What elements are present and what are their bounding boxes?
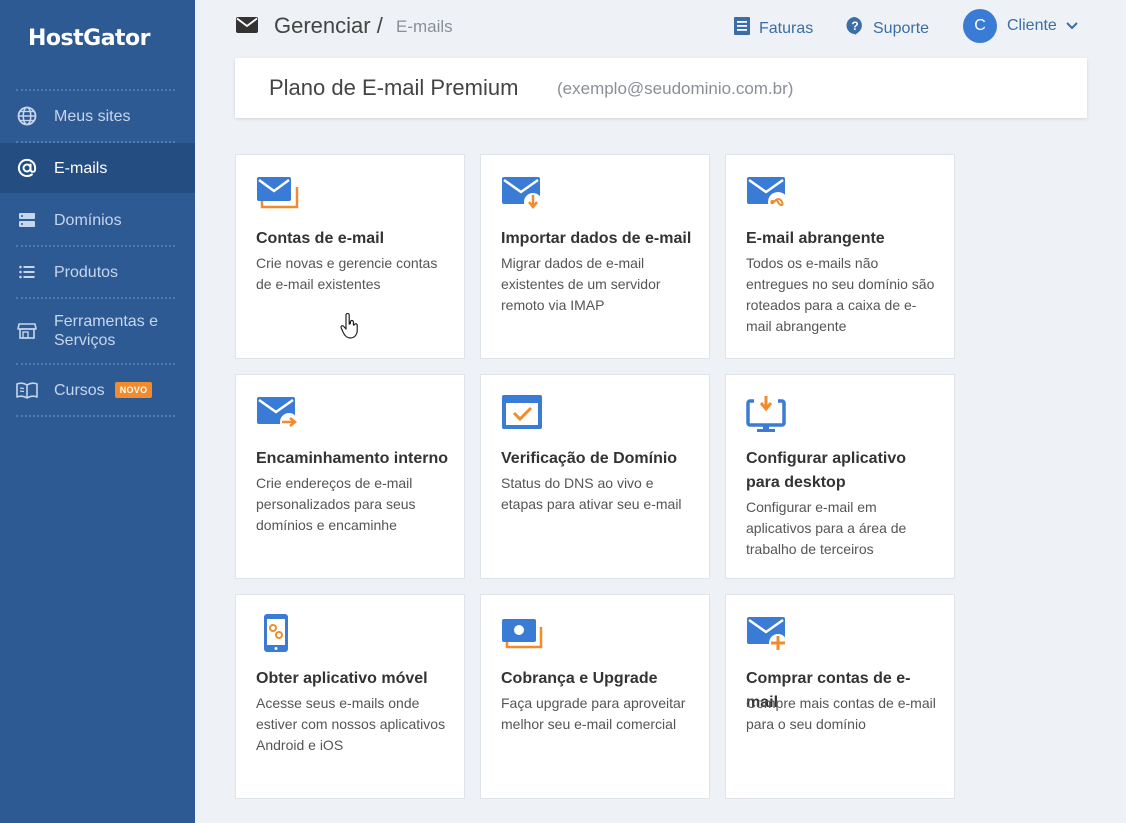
sidebar-item-produtos[interactable]: Produtos — [0, 247, 195, 297]
plan-header: Plano de E-mail Premium (exemplo@seudomi… — [235, 58, 1087, 118]
sidebar-item-meus-sites[interactable]: Meus sites — [0, 91, 195, 141]
card-title: E-mail abrangente — [746, 230, 885, 247]
mail-forward-icon — [256, 393, 300, 433]
card-encaminhamento-interno[interactable]: Encaminhamento interno Crie endereços de… — [235, 374, 465, 579]
billing-icon — [501, 613, 545, 653]
card-description: Todos os e-mails não entregues no seu do… — [746, 255, 935, 334]
help-icon: ? — [845, 16, 873, 41]
hostgator-logo[interactable]: HostGator — [28, 26, 151, 51]
sidebar-item-label: Domínios — [54, 211, 122, 229]
card-title: Obter aplicativo móvel — [256, 670, 428, 687]
sidebar-item-label: Meus sites — [54, 107, 131, 125]
user-menu[interactable]: C Cliente — [963, 9, 1086, 43]
envelope-icon — [236, 17, 258, 38]
card-description: Crie novas e gerencie contas de e-mail e… — [256, 255, 438, 292]
breadcrumb-gerenciar[interactable]: Gerenciar / — [274, 13, 383, 39]
svg-text:?: ? — [851, 19, 858, 33]
card-importar-dados[interactable]: Importar dados de e-mail Migrar dados de… — [480, 154, 710, 359]
new-badge: NOVO — [114, 382, 153, 398]
sidebar-item-emails[interactable]: E-mails — [0, 143, 195, 193]
card-title: Verificação de Domínio — [501, 450, 678, 467]
hand-cursor-icon — [340, 312, 360, 344]
nav-divider — [16, 415, 175, 417]
top-header: Gerenciar / E-mails Faturas ? Suporte C … — [195, 0, 1126, 56]
card-comprar-contas[interactable]: Comprar contas de e-mail Compre mais con… — [725, 594, 955, 799]
faturas-link[interactable]: Faturas — [733, 16, 813, 41]
plan-domain-email: (exemplo@seudominio.com.br) — [557, 79, 794, 98]
globe-icon — [16, 105, 38, 127]
at-icon — [16, 157, 38, 179]
card-title: Cobrança e Upgrade — [501, 670, 658, 687]
card-description: Configurar e-mail em aplicativos para a … — [746, 499, 907, 557]
faturas-label: Faturas — [759, 19, 814, 37]
plan-title: Plano de E-mail Premium — [269, 75, 519, 100]
sidebar-item-ferramentas[interactable]: Ferramentas e Serviços — [0, 299, 195, 363]
card-cobranca-upgrade[interactable]: Cobrança e Upgrade Faça upgrade para apr… — [480, 594, 710, 799]
sidebar: HostGator Meus sites E-mails Domínios Pr… — [0, 0, 195, 823]
invoice-icon — [733, 16, 759, 41]
card-description: Crie endereços de e-mail personalizados … — [256, 475, 416, 533]
card-aplicativo-movel[interactable]: Obter aplicativo móvel Acesse seus e-mai… — [235, 594, 465, 799]
avatar: C — [963, 9, 997, 43]
card-description: Migrar dados de e-mail existentes de um … — [501, 255, 661, 313]
sidebar-item-label: Produtos — [54, 263, 119, 281]
card-verificacao-dominio[interactable]: Verificação de Domínio Status do DNS ao … — [480, 374, 710, 579]
card-description: Faça upgrade para aproveitar melhor seu … — [501, 695, 686, 732]
card-title: Importar dados de e-mail — [501, 230, 692, 247]
mobile-app-icon — [256, 613, 300, 653]
sidebar-item-label: E-mails — [54, 159, 108, 177]
sidebar-item-dominios[interactable]: Domínios — [0, 195, 195, 245]
desktop-config-icon — [746, 393, 790, 433]
user-name: Cliente — [1007, 17, 1057, 34]
card-description: Status do DNS ao vivo e etapas para ativ… — [501, 475, 682, 512]
mail-add-icon — [746, 613, 790, 653]
mail-accounts-icon — [256, 173, 300, 213]
store-icon — [16, 320, 38, 342]
book-icon — [16, 379, 38, 401]
card-description: Compre mais contas de e-mail para o seu … — [746, 695, 936, 732]
sidebar-item-cursos[interactable]: Cursos NOVO — [0, 365, 195, 415]
card-title: Encaminhamento interno — [256, 450, 449, 467]
server-icon — [16, 209, 38, 231]
domain-check-icon — [501, 393, 545, 433]
list-icon — [16, 261, 38, 283]
mail-import-icon — [501, 173, 545, 213]
sidebar-nav: Meus sites E-mails Domínios Produtos Fer… — [0, 89, 195, 417]
card-description: Acesse seus e-mails onde estiver com nos… — [256, 695, 446, 753]
sidebar-item-label: Ferramentas e Serviços — [54, 313, 159, 349]
suporte-label: Suporte — [873, 19, 930, 37]
card-configurar-desktop[interactable]: Configurar aplicativo para desktop Confi… — [725, 374, 955, 579]
chevron-down-icon — [1066, 22, 1086, 30]
breadcrumb-current: E-mails — [396, 17, 453, 36]
card-title: Contas de e-mail — [256, 230, 385, 247]
card-title: Configurar aplicativo para desktop — [746, 450, 907, 491]
card-email-abrangente[interactable]: E-mail abrangente Todos os e-mails não e… — [725, 154, 955, 359]
sidebar-item-label: Cursos — [54, 381, 105, 399]
mail-catchall-icon — [746, 173, 790, 213]
suporte-link[interactable]: ? Suporte — [845, 16, 929, 41]
